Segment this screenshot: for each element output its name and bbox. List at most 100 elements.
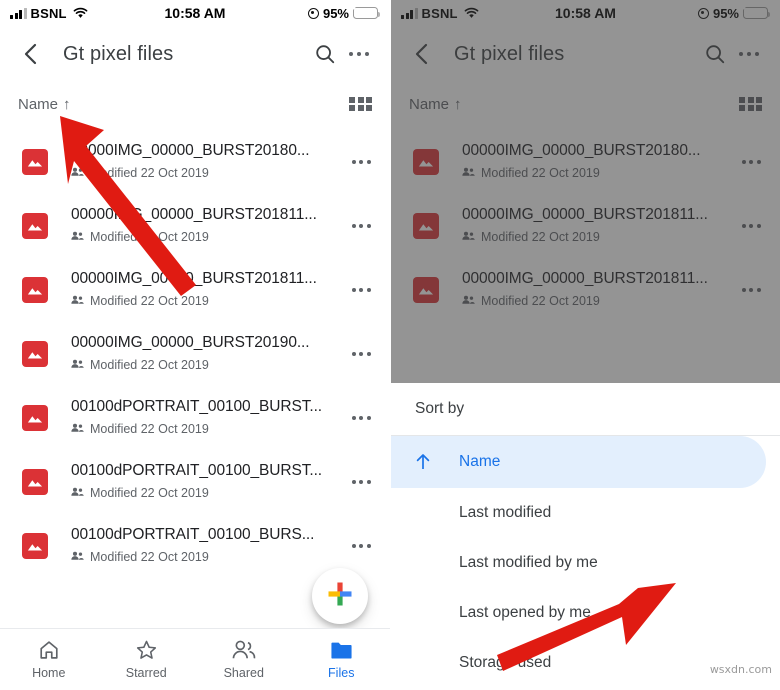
list-item[interactable]: 00100dPORTRAIT_00100_BURST... Modified 2… bbox=[0, 386, 390, 450]
image-file-icon bbox=[22, 149, 48, 175]
list-item[interactable]: 00000IMG_00000_BURST201811... Modified 2… bbox=[0, 194, 390, 258]
file-name: 00000IMG_00000_BURST20180... bbox=[71, 142, 310, 159]
nav-item-home[interactable]: Home bbox=[0, 639, 98, 680]
sort-option-label: Storage used bbox=[459, 654, 552, 671]
more-vertical-icon[interactable] bbox=[346, 160, 376, 164]
nav-label: Home bbox=[32, 666, 66, 680]
clock-label: 10:58 AM bbox=[164, 5, 226, 21]
sort-by-button[interactable]: Name ↑ bbox=[18, 96, 71, 113]
battery-charging-icon bbox=[351, 3, 380, 20]
grid-view-icon[interactable] bbox=[349, 96, 372, 112]
home-icon bbox=[40, 641, 58, 659]
sort-bar: Name ↑ bbox=[0, 82, 390, 126]
image-file-icon bbox=[22, 213, 48, 239]
app-bar: Gt pixel files bbox=[0, 26, 390, 82]
sort-option-last-opened-by-me[interactable]: Last opened by me bbox=[391, 588, 780, 638]
file-modified: Modified 22 Oct 2019 bbox=[90, 550, 209, 564]
file-modified: Modified 22 Oct 2019 bbox=[481, 294, 600, 308]
more-vertical-icon[interactable] bbox=[736, 224, 766, 228]
list-item[interactable]: 00000IMG_00000_BURST20180... Modified 22… bbox=[0, 130, 390, 194]
page-title: Gt pixel files bbox=[63, 42, 174, 65]
file-modified: Modified 22 Oct 2019 bbox=[90, 230, 209, 244]
status-bar: BSNL 10:58 AM 95% bbox=[0, 0, 390, 26]
more-vertical-icon[interactable] bbox=[736, 160, 766, 164]
image-file-icon bbox=[413, 213, 439, 239]
more-vertical-icon[interactable] bbox=[346, 224, 376, 228]
file-name: 00000IMG_00000_BURST201811... bbox=[462, 270, 708, 287]
dual-screenshot-container: BSNL 10:58 AM 95% Gt pixel files Name ↑ … bbox=[0, 0, 780, 690]
file-name: 00000IMG_00000_BURST20180... bbox=[462, 142, 701, 159]
shared-people-icon bbox=[462, 292, 475, 310]
list-item[interactable]: 00000IMG_00000_BURST20190... Modified 22… bbox=[0, 322, 390, 386]
page-title: Gt pixel files bbox=[454, 42, 565, 65]
shared-people-icon bbox=[71, 420, 84, 438]
sort-option-label: Last modified by me bbox=[459, 554, 598, 571]
file-name: 00100dPORTRAIT_00100_BURS... bbox=[71, 526, 315, 543]
list-item[interactable]: 00000IMG_00000_BURST201811... Modified 2… bbox=[0, 258, 390, 322]
shared-people-icon bbox=[462, 164, 475, 182]
shared-people-icon bbox=[71, 228, 84, 246]
search-icon[interactable] bbox=[698, 37, 732, 71]
sort-option-last-modified[interactable]: Last modified bbox=[391, 488, 780, 538]
image-file-icon bbox=[22, 533, 48, 559]
more-vertical-icon[interactable] bbox=[342, 37, 376, 71]
sort-direction-arrow-icon: ↑ bbox=[454, 95, 462, 113]
sort-bar: Name ↑ bbox=[391, 82, 780, 126]
more-vertical-icon[interactable] bbox=[346, 480, 376, 484]
image-file-icon bbox=[22, 277, 48, 303]
sort-option-last-modified-by-me[interactable]: Last modified by me bbox=[391, 538, 780, 588]
sort-option-label: Last opened by me bbox=[459, 604, 591, 621]
grid-view-icon[interactable] bbox=[739, 96, 762, 112]
nav-label: Files bbox=[328, 665, 355, 680]
file-modified: Modified 22 Oct 2019 bbox=[90, 358, 209, 372]
more-vertical-icon[interactable] bbox=[736, 288, 766, 292]
back-chevron-icon[interactable] bbox=[16, 39, 46, 69]
battery-charging-icon bbox=[741, 3, 770, 20]
nav-label: Shared bbox=[223, 666, 264, 680]
nav-label: Starred bbox=[125, 666, 167, 680]
file-modified: Modified 22 Oct 2019 bbox=[481, 166, 600, 180]
clock-label: 10:58 AM bbox=[555, 5, 616, 21]
folder-icon bbox=[331, 642, 352, 659]
sort-by-sheet: Sort by Name Last modified Last modified… bbox=[391, 383, 780, 690]
more-vertical-icon[interactable] bbox=[346, 416, 376, 420]
image-file-icon bbox=[22, 469, 48, 495]
file-modified: Modified 22 Oct 2019 bbox=[90, 486, 209, 500]
file-modified: Modified 22 Oct 2019 bbox=[90, 294, 209, 308]
list-item[interactable]: 00100dPORTRAIT_00100_BURST... Modified 2… bbox=[0, 450, 390, 514]
nav-item-shared[interactable]: Shared bbox=[195, 639, 293, 680]
file-name: 00000IMG_00000_BURST201811... bbox=[71, 270, 317, 287]
sort-direction-arrow-icon: ↑ bbox=[63, 95, 71, 113]
nav-item-files[interactable]: Files bbox=[293, 640, 391, 680]
more-vertical-icon[interactable] bbox=[732, 37, 766, 71]
file-name: 00100dPORTRAIT_00100_BURST... bbox=[71, 398, 322, 415]
back-chevron-icon[interactable] bbox=[407, 39, 437, 69]
list-item[interactable]: 00000IMG_00000_BURST201811... Modified 2… bbox=[391, 258, 780, 322]
image-file-icon bbox=[413, 277, 439, 303]
list-item[interactable]: 00000IMG_00000_BURST20180... Modified 22… bbox=[391, 130, 780, 194]
location-services-icon bbox=[307, 7, 319, 19]
more-vertical-icon[interactable] bbox=[346, 352, 376, 356]
image-file-icon bbox=[22, 405, 48, 431]
sort-ascending-arrow-icon bbox=[415, 453, 459, 471]
sort-option-label: Last modified bbox=[459, 504, 552, 521]
file-modified: Modified 22 Oct 2019 bbox=[90, 166, 209, 180]
people-icon bbox=[232, 640, 255, 659]
star-icon bbox=[136, 640, 156, 659]
sort-by-button[interactable]: Name ↑ bbox=[409, 96, 462, 113]
search-icon[interactable] bbox=[308, 37, 342, 71]
bottom-navigation: Home Starred Shared Files bbox=[0, 628, 390, 690]
file-name: 00100dPORTRAIT_00100_BURST... bbox=[71, 462, 322, 479]
more-vertical-icon[interactable] bbox=[346, 544, 376, 548]
list-item[interactable]: 00000IMG_00000_BURST201811... Modified 2… bbox=[391, 194, 780, 258]
watermark: wsxdn.com bbox=[709, 663, 772, 676]
file-list: 00000IMG_00000_BURST20180... Modified 22… bbox=[0, 126, 390, 578]
nav-item-starred[interactable]: Starred bbox=[98, 639, 196, 680]
create-new-fab[interactable] bbox=[312, 568, 368, 624]
more-vertical-icon[interactable] bbox=[346, 288, 376, 292]
image-file-icon bbox=[22, 341, 48, 367]
phone-screen-right: BSNL 10:58 AM 95% Gt pixel files Name ↑ … bbox=[390, 0, 780, 690]
sort-current-label: Name bbox=[409, 95, 450, 113]
sort-sheet-title: Sort by bbox=[415, 400, 465, 417]
sort-option-name[interactable]: Name bbox=[391, 436, 766, 488]
